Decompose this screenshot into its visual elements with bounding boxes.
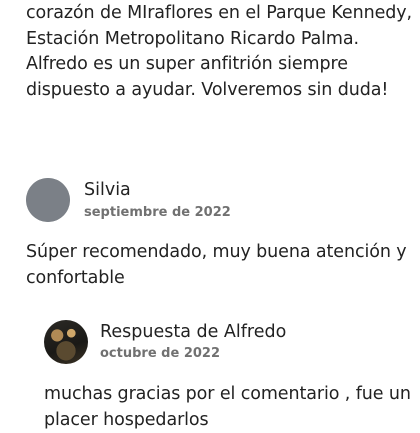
reply-title: Respuesta de Alfredo [100, 322, 287, 342]
top-review-text: corazón de MIraflores en el Parque Kenne… [26, 3, 412, 100]
reply-text: muchas gracias por el comentario , fue u… [44, 384, 411, 430]
review-text: Súper recomendado, muy buena atención y … [26, 242, 407, 288]
reply-date: octubre de 2022 [100, 346, 220, 361]
reviewer-name[interactable]: Silvia [84, 180, 131, 200]
host-avatar[interactable] [44, 320, 88, 364]
review-date: septiembre de 2022 [84, 205, 231, 220]
default-user-icon [26, 178, 70, 222]
avatar[interactable] [26, 178, 70, 222]
